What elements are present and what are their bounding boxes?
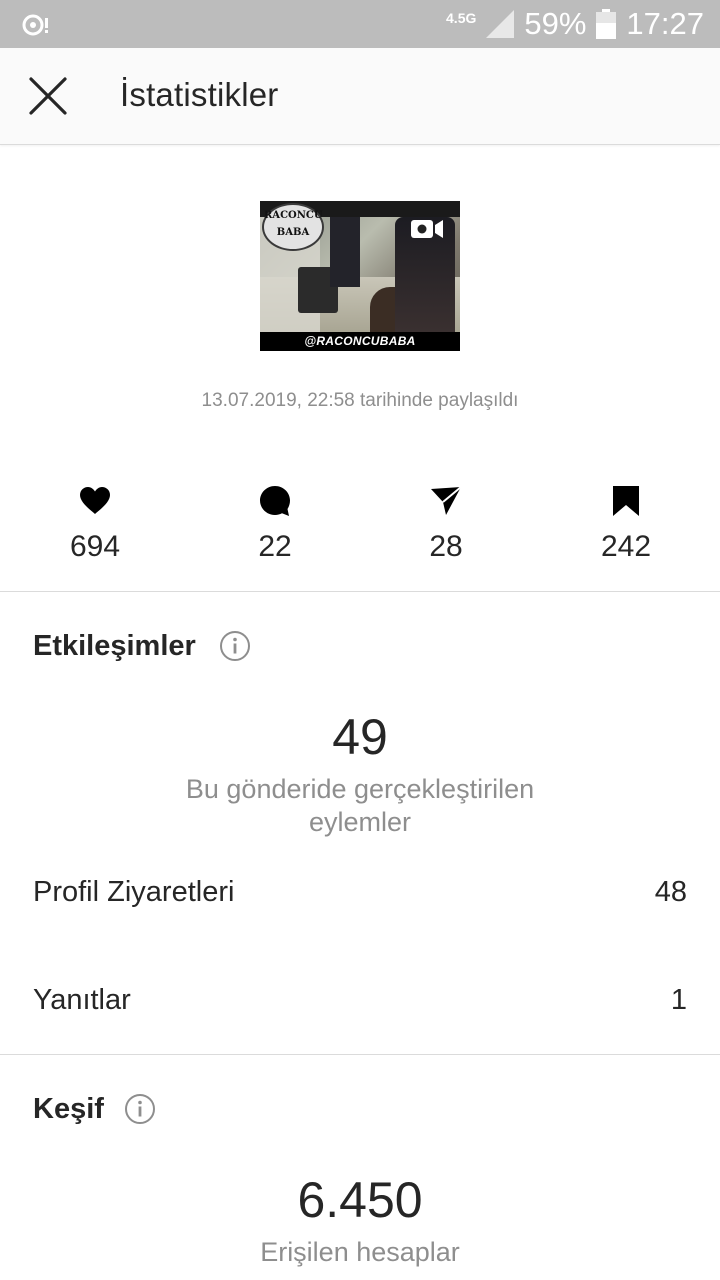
divider (0, 1054, 720, 1055)
status-bar: 4.5G 59% 17:27 (0, 0, 720, 48)
info-icon[interactable] (219, 630, 251, 662)
bookmark-icon (613, 486, 639, 516)
shares-metric: 28 (386, 484, 506, 564)
discovery-title: Keşif (33, 1093, 104, 1125)
likes-metric: 694 (35, 484, 155, 564)
saves-count: 242 (600, 530, 652, 563)
saves-metric: 242 (566, 484, 686, 564)
interactions-description: Bu gönderide gerçekleştirilen eylemler (185, 774, 535, 837)
video-camera-icon (411, 220, 443, 238)
network-type: 4.5G (446, 10, 477, 26)
discovery-description: Erişilen hesaplar (260, 1237, 460, 1267)
close-icon[interactable] (24, 72, 72, 120)
info-icon[interactable] (124, 1093, 156, 1125)
shared-date: 13.07.2019, 22:58 tarihinde paylaşıldı (201, 390, 519, 411)
shares-count: 28 (429, 530, 463, 563)
comments-metric: 22 (215, 484, 335, 564)
comment-icon (260, 486, 290, 516)
top-bar: İstatistikler (0, 48, 720, 145)
divider (0, 591, 720, 592)
replies-value: 1 (670, 984, 687, 1016)
channel-logo: RACONCU BABA (262, 203, 324, 251)
sync-icon (22, 14, 48, 36)
profile-visits-label: Profil Ziyaretleri (33, 876, 235, 908)
replies-label: Yanıtlar (33, 984, 131, 1016)
clock: 17:27 (626, 6, 704, 41)
interactions-total: 49 (332, 709, 388, 765)
heart-icon (80, 487, 110, 514)
discovery-total: 6.450 (297, 1172, 423, 1228)
likes-count: 694 (69, 530, 121, 563)
thumbnail-caption: @RACONCUBABA (260, 332, 460, 351)
page-title: İstatistikler (120, 76, 279, 113)
signal-icon (486, 10, 515, 38)
profile-visits-value: 48 (654, 876, 687, 908)
close-button[interactable] (24, 72, 72, 120)
comments-count: 22 (258, 530, 292, 563)
interactions-title: Etkileşimler (33, 630, 196, 662)
send-icon (431, 486, 462, 515)
status-right: 4.5G 59% 17:27 (446, 0, 704, 48)
battery-icon (596, 9, 617, 39)
battery-percent: 59% (524, 6, 587, 41)
post-thumbnail[interactable]: RACONCU BABA @RACONCUBABA (260, 201, 460, 351)
